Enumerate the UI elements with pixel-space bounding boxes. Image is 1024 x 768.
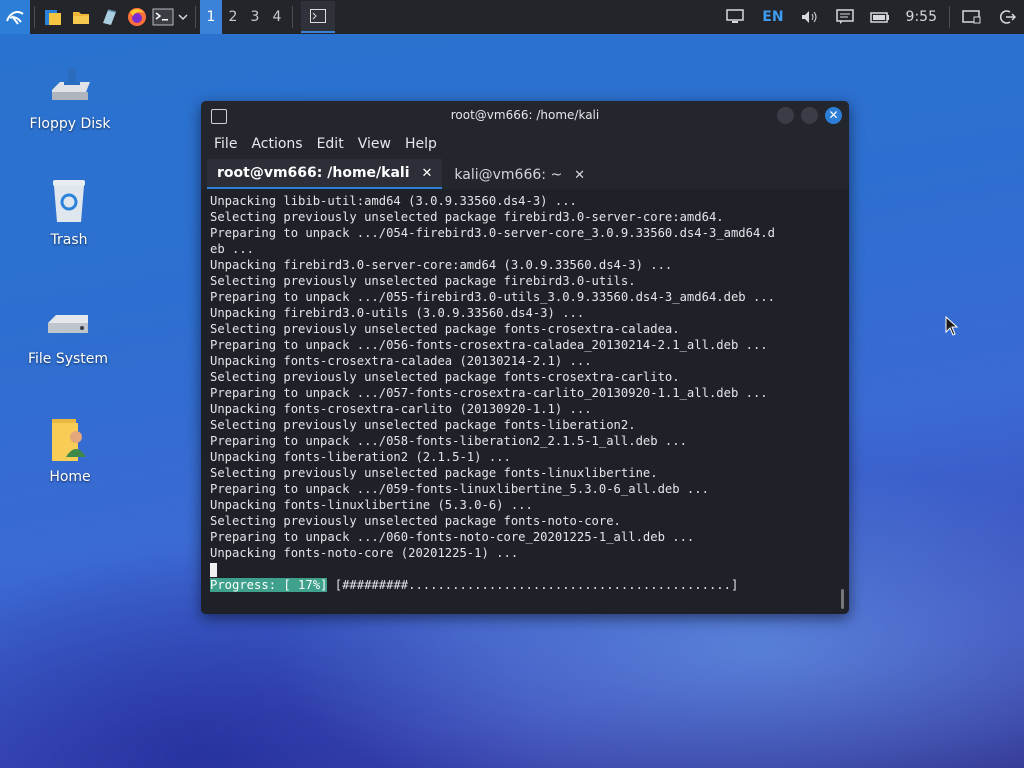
text-editor-icon[interactable] [95,0,123,34]
maximize-button[interactable] [801,107,818,124]
desktop-icon-home[interactable]: Home [20,415,120,485]
battery-icon[interactable] [862,0,898,34]
output-line: Selecting previously unselected package … [210,514,621,528]
output-line: Selecting previously unselected package … [210,274,636,288]
floppy-disk-icon [46,62,94,110]
output-line: Preparing to unpack .../060-fonts-noto-c… [210,530,695,544]
output-line: Unpacking fonts-crosextra-carlito (20130… [210,402,592,416]
mouse-pointer-icon [945,316,959,336]
terminal-launcher-icon[interactable] [151,0,175,34]
clock[interactable]: 9:55 [898,0,945,34]
title-bar[interactable]: root@vm666: /home/kali ✕ [201,101,849,131]
tab-close-icon[interactable]: ✕ [422,166,433,181]
minimize-button[interactable] [777,107,794,124]
desktop-icon-label: Trash [50,232,88,248]
desktop-icon-floppy-disk[interactable]: Floppy Disk [20,62,120,132]
output-line: Selecting previously unselected package … [210,322,680,336]
workspace-3[interactable]: 3 [244,0,266,34]
trash-icon [45,178,93,226]
output-line: Unpacking firebird3.0-utils (3.0.9.33560… [210,306,585,320]
desktop-icon-trash[interactable]: Trash [19,178,119,248]
desktop-icon-file-system[interactable]: File System [18,297,118,367]
progress-label: Progress: [ 17%] [210,578,328,592]
taskbar-terminal-window[interactable] [301,1,335,33]
output-line: Unpacking fonts-noto-core (20201225-1) .… [210,546,519,560]
home-folder-icon [46,415,94,463]
output-line: eb ... [210,242,255,256]
workspace-2[interactable]: 2 [222,0,244,34]
tab-bar: root@vm666: /home/kali ✕ kali@vm666: ~ ✕ [201,157,849,189]
menu-bar: File Actions Edit View Help [201,131,849,157]
menu-actions[interactable]: Actions [244,136,309,152]
output-line: Unpacking libib-util:amd64 (3.0.9.33560.… [210,194,577,208]
menu-help[interactable]: Help [398,136,444,152]
output-line: Unpacking firebird3.0-server-core:amd64 … [210,258,673,272]
tab-label: root@vm666: /home/kali [217,165,410,181]
desktop-icon-label: Floppy Disk [29,116,111,132]
output-line: Selecting previously unselected package … [210,466,658,480]
cursor-line [210,561,837,577]
notifications-icon[interactable] [828,0,862,34]
progress-line: Progress: [ 17%] [#########.............… [210,577,837,593]
tab-label: kali@vm666: ~ [454,167,563,183]
output-line: Preparing to unpack .../059-fonts-linuxl… [210,482,709,496]
output-line: Selecting previously unselected package … [210,370,680,384]
network-icon[interactable] [718,0,754,34]
progress-bar: [#########..............................… [327,578,739,592]
tab-root[interactable]: root@vm666: /home/kali ✕ [207,159,443,189]
close-button[interactable]: ✕ [825,107,842,124]
tab-kali[interactable]: kali@vm666: ~ ✕ [444,161,595,189]
output-line: Preparing to unpack .../056-fonts-crosex… [210,338,768,352]
output-line: Unpacking fonts-crosextra-caladea (20130… [210,354,592,368]
drive-icon [44,297,92,345]
logout-icon[interactable] [990,0,1024,34]
output-line: Selecting previously unselected package … [210,418,636,432]
volume-icon[interactable] [792,0,828,34]
terminal-window[interactable]: root@vm666: /home/kali ✕ File Actions Ed… [201,101,849,614]
file-manager-icon[interactable] [39,0,67,34]
output-line: Unpacking fonts-liberation2 (2.1.5-1) ..… [210,450,511,464]
workspace-1[interactable]: 1 [200,0,222,34]
output-line: Preparing to unpack .../055-firebird3.0-… [210,290,775,304]
workspace-4[interactable]: 4 [266,0,288,34]
output-line: Preparing to unpack .../058-fonts-libera… [210,434,687,448]
output-line: Preparing to unpack .../054-firebird3.0-… [210,226,775,240]
scrollbar[interactable] [841,589,844,609]
terminal-output[interactable]: Unpacking libib-util:amd64 (3.0.9.33560.… [201,191,837,614]
output-line: Unpacking fonts-linuxlibertine (5.3.0-6)… [210,498,533,512]
top-panel: 1 2 3 4 EN 9:55 [0,0,1024,34]
output-line: Preparing to unpack .../057-fonts-crosex… [210,386,768,400]
desktop-icon-label: Home [49,469,91,485]
screen-lock-icon[interactable] [954,0,990,34]
menu-file[interactable]: File [207,136,244,152]
text-cursor [210,562,217,577]
keyboard-layout-indicator[interactable]: EN [754,0,791,34]
window-title: root@vm666: /home/kali [450,108,600,122]
menu-view[interactable]: View [351,136,398,152]
desktop-icon-label: File System [27,351,109,367]
menu-edit[interactable]: Edit [310,136,351,152]
output-line: Selecting previously unselected package … [210,210,724,224]
folder-icon[interactable] [67,0,95,34]
firefox-icon[interactable] [123,0,151,34]
chevron-down-icon[interactable] [175,0,191,34]
kali-menu-icon[interactable] [0,0,30,34]
tab-close-icon[interactable]: ✕ [574,168,585,183]
